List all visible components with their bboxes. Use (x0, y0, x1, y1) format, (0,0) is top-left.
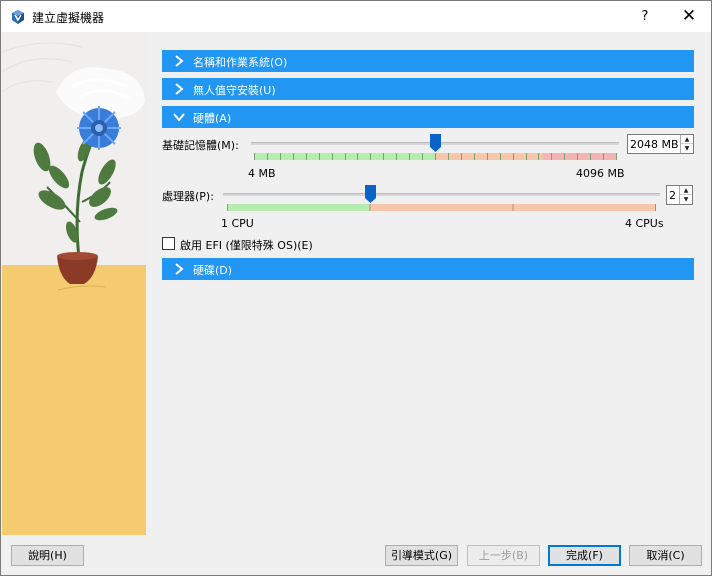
memory-spinbox[interactable]: 2048 MB ▲ ▼ (627, 134, 694, 154)
efi-checkbox[interactable] (162, 237, 175, 250)
chevron-down-icon (173, 113, 185, 122)
virtualbox-icon (12, 10, 24, 24)
processor-label: 處理器(P): (162, 190, 214, 203)
section-hardware-header[interactable]: 硬體(A) (162, 106, 694, 128)
cancel-button[interactable]: 取消(C) (629, 545, 702, 566)
finish-button[interactable]: 完成(F) (548, 545, 621, 566)
processor-spinbox[interactable]: 2 ▲ ▼ (666, 185, 693, 205)
wizard-illustration (2, 32, 146, 535)
memory-label: 基礎記憶體(M): (162, 139, 239, 152)
section-unattended-header[interactable]: 無人值守安裝(U) (162, 78, 694, 100)
memory-up-arrow-icon[interactable]: ▲ (681, 135, 693, 144)
processor-max-label: 4 CPUs (625, 217, 664, 230)
efi-label[interactable]: 啟用 EFI (僅限特殊 OS)(E) (180, 237, 313, 253)
close-button[interactable]: ✕ (667, 1, 711, 32)
processor-scale-ticks (227, 204, 656, 211)
chevron-right-icon (175, 263, 184, 275)
section-name-os-header[interactable]: 名稱和作業系統(O) (162, 50, 694, 72)
section-hard-disk-label: 硬碟(D) (193, 264, 233, 277)
memory-down-arrow-icon[interactable]: ▼ (681, 144, 693, 153)
section-unattended-label: 無人值守安裝(U) (193, 84, 276, 97)
memory-value: 2048 MB (630, 138, 679, 151)
processor-min-label: 1 CPU (221, 217, 254, 230)
memory-min-label: 4 MB (248, 167, 276, 180)
processor-value: 2 (669, 189, 676, 202)
section-hard-disk-header[interactable]: 硬碟(D) (162, 258, 694, 280)
processor-up-arrow-icon[interactable]: ▲ (680, 186, 692, 195)
processor-slider-track[interactable] (223, 193, 660, 196)
help-button[interactable]: 說明(H) (11, 545, 84, 566)
title-bar: 建立虛擬機器 ? ✕ (1, 1, 711, 32)
window-title: 建立虛擬機器 (32, 11, 105, 25)
section-hardware-label: 硬體(A) (193, 112, 232, 125)
processor-slider-thumb[interactable] (365, 185, 376, 203)
section-name-os-label: 名稱和作業系統(O) (193, 56, 288, 69)
processor-down-arrow-icon[interactable]: ▼ (680, 195, 692, 204)
create-vm-dialog: 建立虛擬機器 ? ✕ 名稱和作業系統(O) 無人值守安裝(U) 硬體(A) 基礎… (0, 0, 712, 576)
help-title-button[interactable]: ? (623, 1, 667, 32)
memory-slider-thumb[interactable] (430, 134, 441, 152)
guided-mode-button[interactable]: 引導模式(G) (385, 545, 458, 566)
chevron-right-icon (175, 55, 184, 67)
memory-max-label: 4096 MB (576, 167, 625, 180)
chevron-right-icon (175, 83, 184, 95)
memory-scale-ticks (254, 153, 617, 160)
back-button[interactable]: 上一步(B) (467, 545, 540, 566)
